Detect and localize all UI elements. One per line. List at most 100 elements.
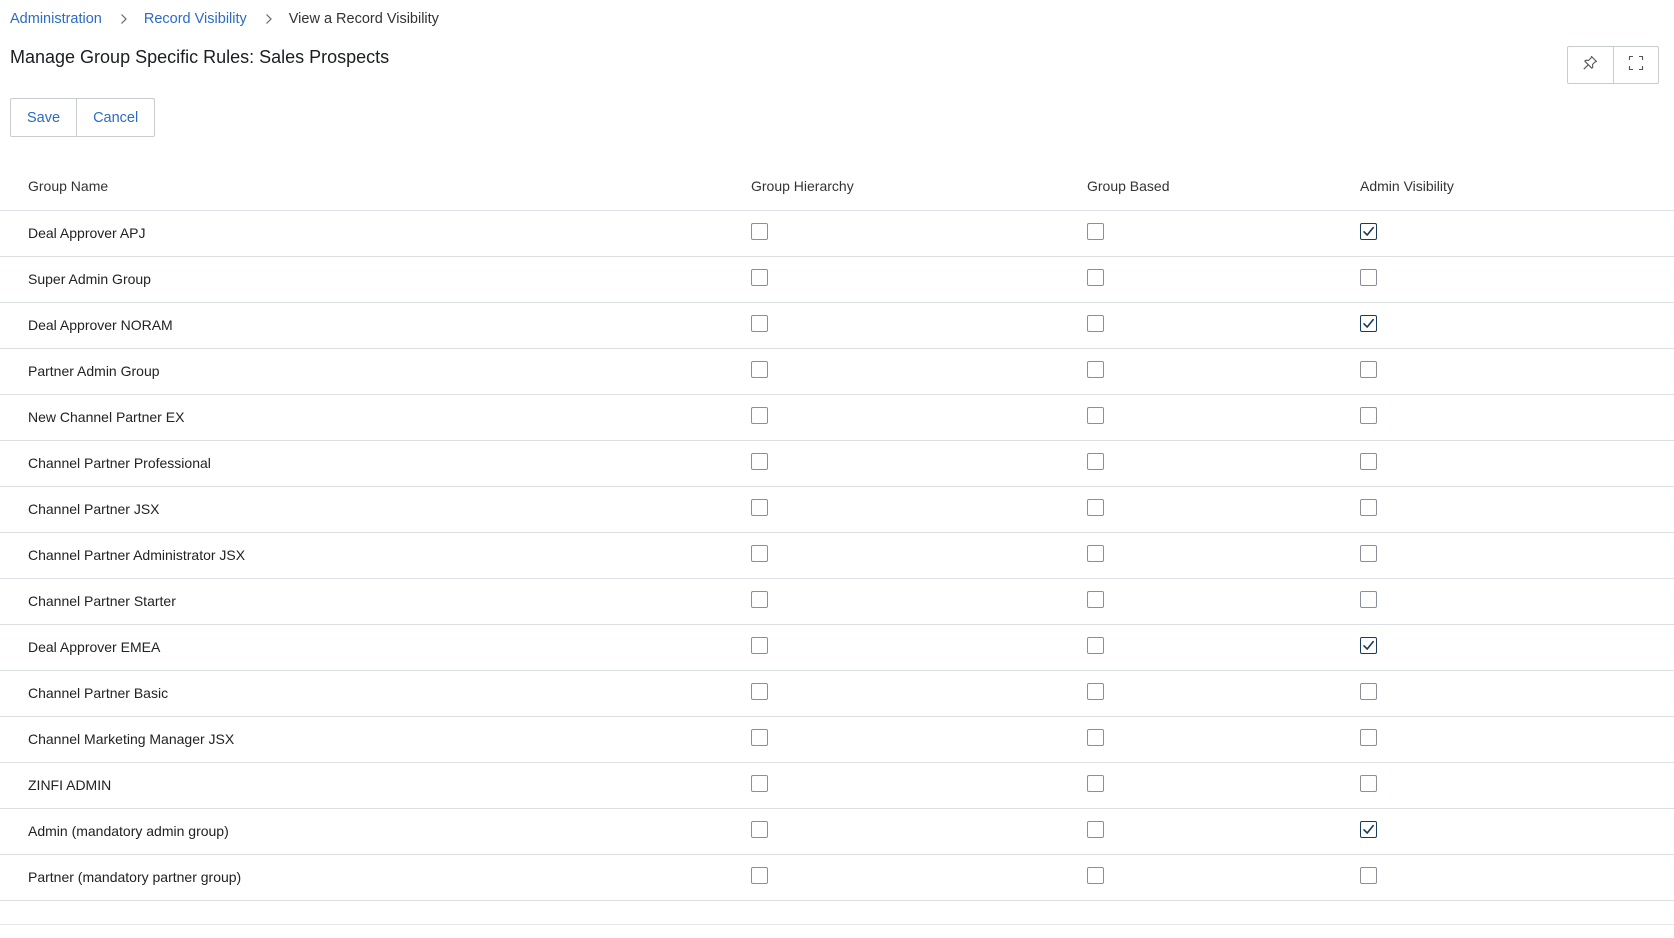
group-hierarchy-checkbox[interactable] (751, 407, 768, 424)
group-based-checkbox[interactable] (1087, 453, 1104, 470)
table-row: ZINFI ADMIN (0, 763, 1674, 809)
admin-visibility-checkbox[interactable] (1360, 269, 1377, 286)
table-row: Channel Partner Administrator JSX (0, 533, 1674, 579)
table-row: New Channel Partner EX (0, 395, 1674, 441)
view-tools (1567, 46, 1659, 84)
group-hierarchy-checkbox[interactable] (751, 591, 768, 608)
group-name: Channel Partner Basic (28, 685, 169, 701)
admin-visibility-checkbox[interactable] (1360, 591, 1377, 608)
group-name: Deal Approver NORAM (28, 317, 173, 333)
group-based-checkbox[interactable] (1087, 591, 1104, 608)
breadcrumb-administration[interactable]: Administration (10, 11, 102, 27)
group-name: Deal Approver APJ (28, 225, 146, 241)
admin-visibility-checkbox[interactable] (1360, 637, 1377, 654)
pin-button[interactable] (1568, 47, 1613, 83)
checkmark-icon (1363, 318, 1374, 328)
header-group-hierarchy: Group Hierarchy (751, 178, 854, 194)
admin-visibility-checkbox[interactable] (1360, 453, 1377, 470)
table-row: Channel Marketing Manager JSX (0, 717, 1674, 763)
table-row: Deal Approver EMEA (0, 625, 1674, 671)
group-hierarchy-checkbox[interactable] (751, 545, 768, 562)
group-based-checkbox[interactable] (1087, 683, 1104, 700)
group-hierarchy-checkbox[interactable] (751, 499, 768, 516)
table-row: Admin (mandatory admin group) (0, 809, 1674, 855)
admin-visibility-checkbox[interactable] (1360, 407, 1377, 424)
group-based-checkbox[interactable] (1087, 315, 1104, 332)
checkmark-icon (1363, 640, 1374, 650)
checkmark-icon (1363, 824, 1374, 834)
group-hierarchy-checkbox[interactable] (751, 775, 768, 792)
header-group-name: Group Name (28, 178, 109, 194)
group-name: New Channel Partner EX (28, 409, 185, 425)
admin-visibility-checkbox[interactable] (1360, 361, 1377, 378)
admin-visibility-checkbox[interactable] (1360, 499, 1377, 516)
pin-icon (1582, 55, 1598, 76)
group-name: Partner (mandatory partner group) (28, 869, 242, 885)
admin-visibility-checkbox[interactable] (1360, 223, 1377, 240)
group-name: Channel Partner Starter (28, 593, 176, 609)
fullscreen-button[interactable] (1612, 47, 1659, 83)
group-based-checkbox[interactable] (1087, 821, 1104, 838)
group-name: Deal Approver EMEA (28, 639, 161, 655)
table-row: Partner (mandatory partner group) (0, 855, 1674, 901)
group-hierarchy-checkbox[interactable] (751, 269, 768, 286)
admin-visibility-checkbox[interactable] (1360, 775, 1377, 792)
chevron-right-icon (264, 14, 274, 24)
admin-visibility-checkbox[interactable] (1360, 683, 1377, 700)
action-buttons: Save Cancel (10, 98, 156, 137)
group-name: Partner Admin Group (28, 363, 160, 379)
group-name: Channel Partner JSX (28, 501, 160, 517)
group-based-checkbox[interactable] (1087, 729, 1104, 746)
breadcrumb-record-visibility[interactable]: Record Visibility (144, 11, 247, 27)
group-name: Admin (mandatory admin group) (28, 823, 229, 839)
group-hierarchy-checkbox[interactable] (751, 821, 768, 838)
group-based-checkbox[interactable] (1087, 223, 1104, 240)
admin-visibility-checkbox[interactable] (1360, 545, 1377, 562)
cancel-button[interactable]: Cancel (76, 99, 154, 136)
save-button[interactable]: Save (11, 99, 76, 136)
fullscreen-icon (1628, 55, 1644, 76)
admin-visibility-checkbox[interactable] (1360, 867, 1377, 884)
group-based-checkbox[interactable] (1087, 269, 1104, 286)
group-name: Channel Partner Professional (28, 455, 211, 471)
checkmark-icon (1363, 226, 1374, 236)
admin-visibility-checkbox[interactable] (1360, 729, 1377, 746)
group-based-checkbox[interactable] (1087, 407, 1104, 424)
table-header: Group Name Group Hierarchy Group Based A… (0, 164, 1674, 211)
group-based-checkbox[interactable] (1087, 499, 1104, 516)
divider (0, 924, 1674, 925)
table-row: Partner Admin Group (0, 349, 1674, 395)
group-based-checkbox[interactable] (1087, 637, 1104, 654)
group-hierarchy-checkbox[interactable] (751, 729, 768, 746)
table-row: Channel Partner Basic (0, 671, 1674, 717)
group-name: Channel Marketing Manager JSX (28, 731, 235, 747)
group-based-checkbox[interactable] (1087, 361, 1104, 378)
group-hierarchy-checkbox[interactable] (751, 683, 768, 700)
breadcrumb: Administration Record Visibility View a … (10, 9, 439, 29)
table-body: Deal Approver APJ Super Admin Group Deal A… (0, 211, 1674, 901)
group-based-checkbox[interactable] (1087, 775, 1104, 792)
group-name: ZINFI ADMIN (28, 777, 112, 793)
header-group-based: Group Based (1087, 178, 1170, 194)
group-hierarchy-checkbox[interactable] (751, 315, 768, 332)
table-row: Deal Approver NORAM (0, 303, 1674, 349)
group-hierarchy-checkbox[interactable] (751, 453, 768, 470)
group-hierarchy-checkbox[interactable] (751, 867, 768, 884)
admin-visibility-checkbox[interactable] (1360, 821, 1377, 838)
group-hierarchy-checkbox[interactable] (751, 637, 768, 654)
group-hierarchy-checkbox[interactable] (751, 223, 768, 240)
page-title: Manage Group Specific Rules: Sales Prosp… (10, 47, 390, 67)
breadcrumb-current: View a Record Visibility (288, 11, 439, 27)
group-based-checkbox[interactable] (1087, 867, 1104, 884)
table-row: Channel Partner Professional (0, 441, 1674, 487)
group-rules-table: Group Name Group Hierarchy Group Based A… (0, 164, 1674, 901)
table-row: Channel Partner Starter (0, 579, 1674, 625)
group-hierarchy-checkbox[interactable] (751, 361, 768, 378)
header-admin-visibility: Admin Visibility (1360, 178, 1454, 194)
group-based-checkbox[interactable] (1087, 545, 1104, 562)
group-name: Super Admin Group (28, 271, 151, 287)
chevron-right-icon (119, 14, 129, 24)
table-row: Channel Partner JSX (0, 487, 1674, 533)
admin-visibility-checkbox[interactable] (1360, 315, 1377, 332)
table-row: Deal Approver APJ (0, 211, 1674, 257)
